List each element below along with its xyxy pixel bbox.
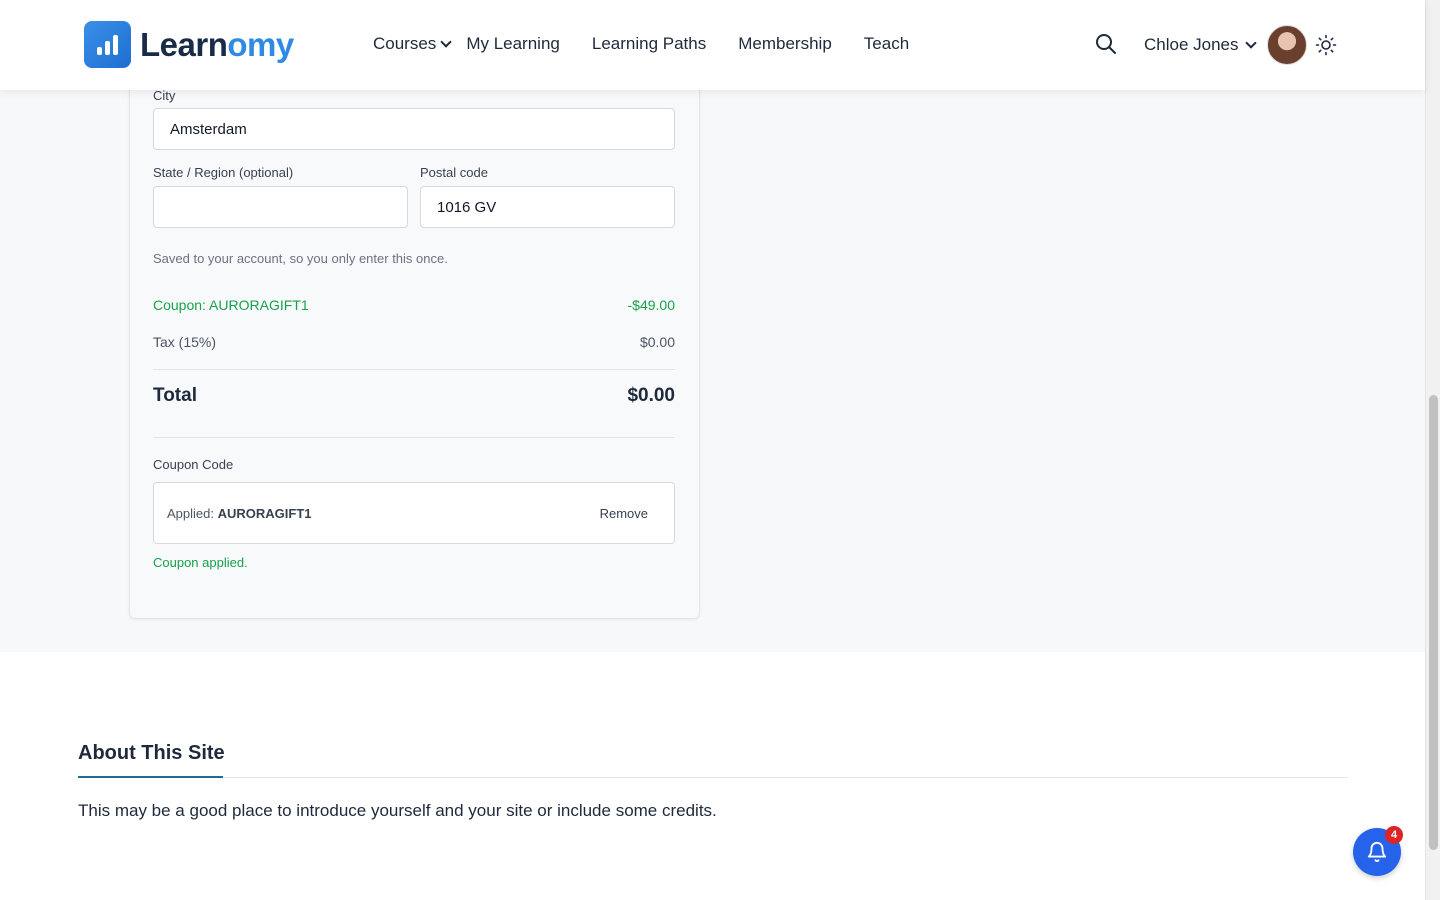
coupon-applied-prefix: Applied: — [167, 505, 214, 521]
coupon-applied-text: Applied: AURORAGIFT1 — [167, 506, 312, 521]
scrollbar-thumb[interactable] — [1429, 395, 1438, 850]
total-row: Total $0.00 — [153, 385, 675, 407]
coupon-code-label: Coupon Code — [153, 457, 234, 472]
coupon-divider — [153, 437, 675, 438]
notification-count-badge: 4 — [1385, 826, 1403, 844]
tax-label: Tax (15%) — [153, 334, 217, 350]
summary-divider — [153, 369, 675, 370]
coupon-discount-row: Coupon: AURORAGIFT1 -$49.00 — [153, 297, 675, 313]
tax-amount: $0.00 — [639, 334, 675, 350]
user-name: Chloe Jones — [1144, 35, 1239, 54]
coupon-applied-box: Applied: AURORAGIFT1 Remove — [153, 482, 675, 544]
state-field[interactable] — [153, 186, 408, 228]
state-label: State / Region (optional) — [153, 165, 294, 180]
postal-code-label: Postal code — [420, 165, 488, 180]
nav-learning-paths[interactable]: Learning Paths — [592, 34, 706, 54]
city-field[interactable]: Amsterdam — [153, 108, 675, 150]
nav-my-learning[interactable]: My Learning — [466, 34, 560, 54]
bell-icon — [1367, 842, 1387, 863]
search-icon[interactable] — [1094, 32, 1118, 56]
nav-courses-label: Courses — [373, 34, 437, 53]
coupon-discount-amount: -$49.00 — [627, 297, 675, 313]
nav-teach[interactable]: Teach — [864, 34, 909, 54]
about-title: About This Site — [78, 742, 225, 764]
total-amount: $0.00 — [627, 385, 675, 406]
city-label: City — [153, 88, 176, 103]
total-label: Total — [153, 385, 197, 406]
coupon-status-message: Coupon applied. — [153, 555, 248, 570]
site-logo[interactable]: Learnomy — [84, 21, 294, 68]
coupon-applied-code: AURORAGIFT1 — [217, 505, 312, 521]
about-text: This may be a good place to introduce yo… — [78, 801, 717, 820]
remove-coupon-button[interactable]: Remove — [600, 506, 648, 521]
logo-icon — [84, 21, 131, 68]
nav-membership[interactable]: Membership — [738, 34, 832, 54]
about-title-underline — [78, 776, 223, 778]
main-nav: Courses My Learning Learning Paths Membe… — [373, 34, 941, 54]
logo-text-suffix: omy — [227, 25, 294, 63]
avatar[interactable] — [1266, 25, 1307, 65]
chevron-down-icon — [440, 36, 452, 48]
nav-courses[interactable]: Courses — [373, 34, 452, 54]
site-header: Learnomy Courses My Learning Learning Pa… — [0, 0, 1425, 90]
logo-text-prefix: Learn — [140, 25, 228, 63]
logo-text: Learnomy — [140, 26, 294, 64]
user-menu[interactable]: Chloe Jones — [1144, 25, 1307, 65]
coupon-discount-label: Coupon: AURORAGIFT1 — [153, 297, 309, 313]
tax-row: Tax (15%) $0.00 — [153, 334, 675, 350]
about-divider — [78, 777, 1348, 778]
chevron-down-icon — [1244, 37, 1257, 49]
postal-code-field[interactable]: 1016 GV — [420, 186, 675, 228]
sun-icon[interactable] — [1315, 34, 1337, 56]
address-hint: Saved to your account, so you only enter… — [153, 251, 448, 266]
page-scrollbar[interactable] — [1425, 0, 1440, 900]
